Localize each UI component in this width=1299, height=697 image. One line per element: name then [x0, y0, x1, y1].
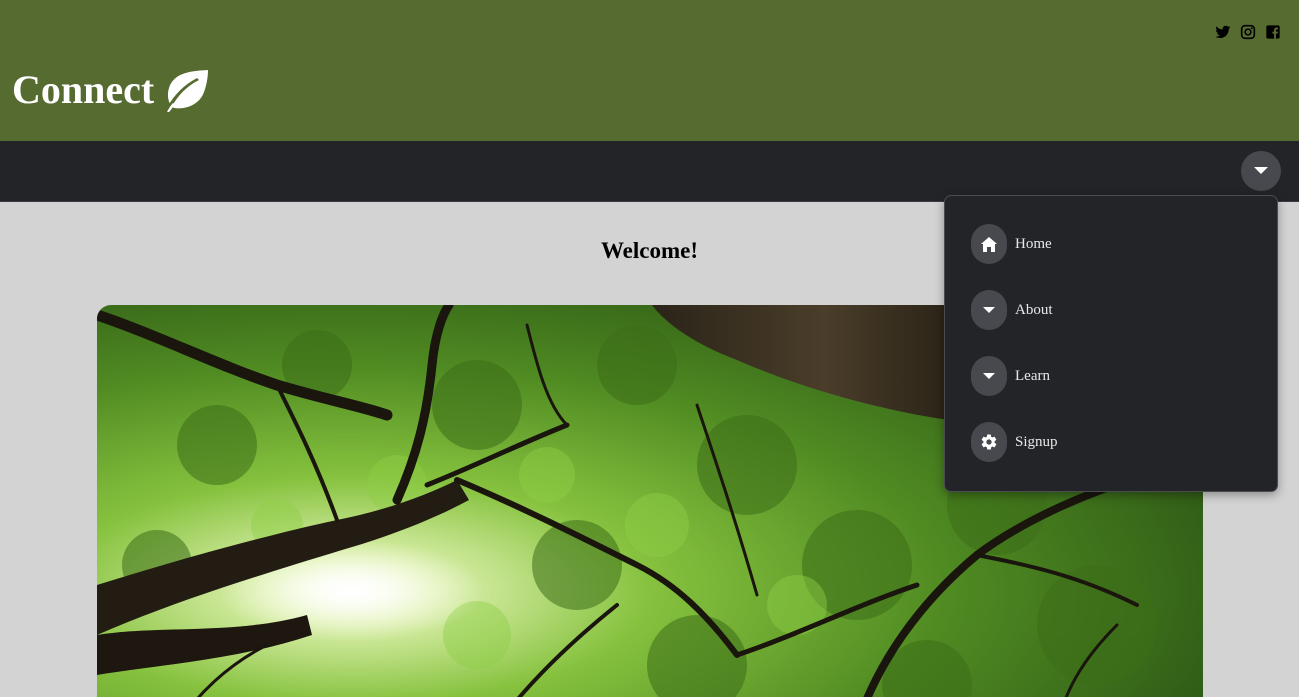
menu-item-home[interactable]: Home: [971, 223, 1052, 265]
site-header: Connect: [0, 0, 1299, 141]
menu-toggle-button[interactable]: [1241, 151, 1281, 191]
twitter-icon[interactable]: [1215, 24, 1231, 40]
menu-item-label: Home: [1015, 235, 1052, 252]
brand-logo[interactable]: Connect: [12, 66, 210, 114]
caret-down-icon: [971, 356, 1007, 396]
instagram-icon[interactable]: [1240, 24, 1256, 40]
nav-bar: [0, 141, 1299, 202]
menu-item-label: Learn: [1015, 367, 1050, 384]
leaf-icon: [162, 68, 210, 112]
home-icon: [971, 224, 1007, 264]
social-links: [1215, 24, 1281, 40]
menu-item-learn[interactable]: Learn: [971, 355, 1050, 397]
menu-item-signup[interactable]: Signup: [971, 421, 1058, 463]
caret-down-icon: [1254, 162, 1268, 180]
menu-item-label: Signup: [1015, 433, 1058, 450]
caret-down-icon: [971, 290, 1007, 330]
brand-title: Connect: [12, 67, 155, 112]
gear-icon: [971, 422, 1007, 462]
menu-item-about[interactable]: About: [971, 289, 1053, 331]
facebook-icon[interactable]: [1265, 24, 1281, 40]
nav-dropdown-menu: Home About Learn Signup: [944, 195, 1278, 492]
menu-item-label: About: [1015, 301, 1053, 318]
